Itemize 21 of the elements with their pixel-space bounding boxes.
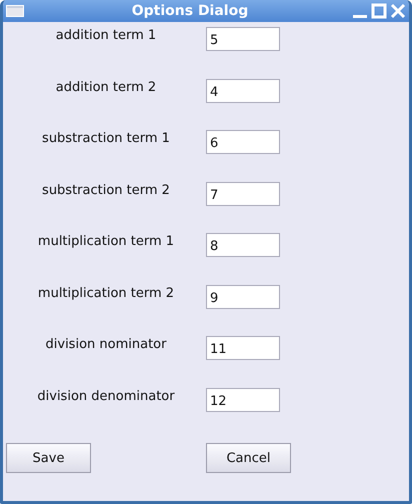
input-field[interactable]: 4 xyxy=(206,78,280,102)
input-field[interactable]: 9 xyxy=(206,284,280,308)
field-label: division denominator xyxy=(37,388,175,406)
field-label: multiplication term 1 xyxy=(38,233,174,251)
input-field[interactable]: 12 xyxy=(206,388,280,412)
close-icon[interactable] xyxy=(390,3,406,19)
field-label: division nominator xyxy=(46,336,166,354)
field-label: multiplication term 2 xyxy=(38,284,174,302)
input-field[interactable]: 11 xyxy=(206,336,280,360)
window-title: Options Dialog xyxy=(130,3,250,19)
input-field[interactable]: 5 xyxy=(206,27,280,51)
input-field[interactable]: 7 xyxy=(206,182,280,206)
field-label: substraction term 2 xyxy=(42,182,170,200)
field-label: substraction term 1 xyxy=(42,130,170,148)
input-field[interactable]: 6 xyxy=(206,130,280,154)
maximize-icon[interactable] xyxy=(371,3,387,19)
input-field[interactable]: 8 xyxy=(206,233,280,257)
field-label: addition term 2 xyxy=(56,78,156,96)
field-label: addition term 1 xyxy=(56,27,156,45)
save-button[interactable]: Save xyxy=(6,443,91,473)
cancel-button[interactable]: Cancel xyxy=(206,443,291,473)
